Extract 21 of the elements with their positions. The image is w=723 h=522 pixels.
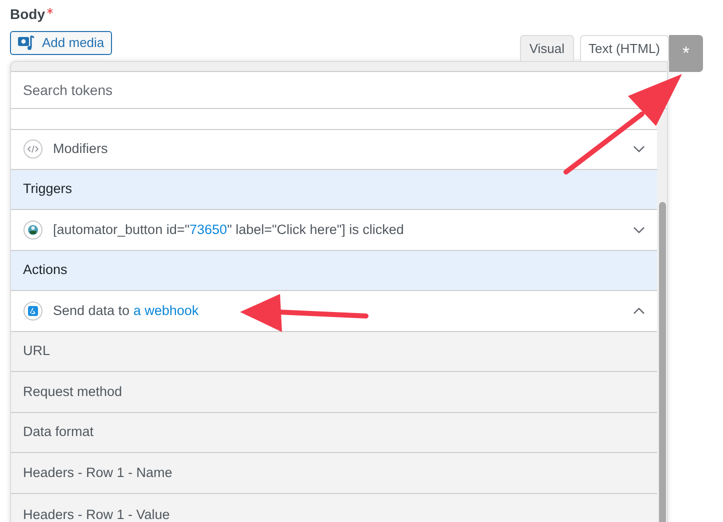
token-label[interactable]: Data format [23, 422, 94, 442]
token-label[interactable]: Headers - Row 1 - Name [23, 462, 172, 483]
editor-tab[interactable]: Visual [520, 35, 574, 61]
add-media-button[interactable]: Add media [10, 31, 112, 55]
token-label[interactable]: Request method [23, 382, 122, 402]
editor-tab[interactable]: Text (HTML) [580, 35, 669, 61]
token-label: Send data to a webhook [53, 302, 199, 320]
plugin-icon [23, 220, 43, 240]
token-label: Modifiers [53, 140, 108, 158]
token-group[interactable]: Modifiers [11, 129, 657, 170]
section-title: Actions [23, 261, 68, 280]
webhook-icon [23, 300, 43, 321]
token-label[interactable]: Headers - Row 1 - Value [23, 504, 170, 522]
media-icon [18, 35, 36, 51]
section-title: Triggers [23, 180, 72, 198]
scrollbar[interactable] [657, 202, 667, 522]
token-label: [automator_button id="73650" label="Click here"] is clicked [53, 220, 404, 239]
search-field[interactable]: Search tokens [11, 71, 667, 109]
token-label[interactable]: URL [23, 341, 50, 362]
code-icon [23, 139, 43, 160]
field-label: Body [10, 5, 45, 23]
